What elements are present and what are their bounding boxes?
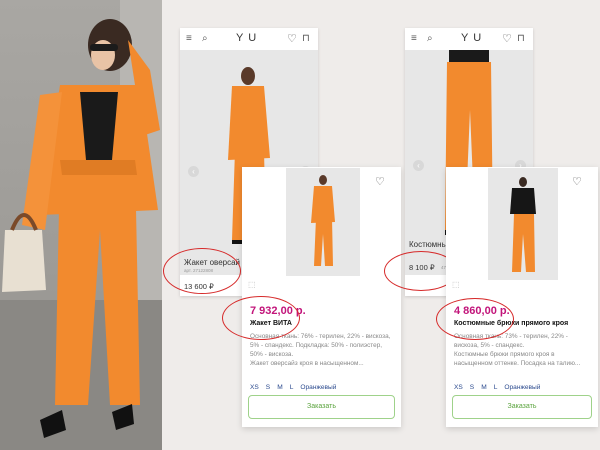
- card-product-image[interactable]: [286, 168, 360, 276]
- brand-logo[interactable]: Y U: [236, 32, 257, 44]
- card-figure-right: [510, 177, 536, 272]
- size-s[interactable]: S: [470, 384, 474, 391]
- card-figure: [311, 175, 335, 266]
- size-xs[interactable]: XS: [454, 384, 463, 391]
- chevron-left-icon[interactable]: ‹: [413, 160, 424, 171]
- search-icon[interactable]: ⌕: [427, 33, 433, 45]
- size-m[interactable]: M: [481, 384, 487, 391]
- annotation-ring: [163, 248, 241, 294]
- search-icon[interactable]: ⌕: [202, 33, 208, 45]
- card-description-2: Жакет оверсайз кроя в насыщенном...: [250, 360, 364, 367]
- color-name[interactable]: Оранжевый: [300, 384, 336, 391]
- size-m[interactable]: M: [277, 384, 283, 391]
- size-l[interactable]: L: [494, 384, 498, 391]
- size-l[interactable]: L: [290, 384, 294, 391]
- card-product-image-right[interactable]: [488, 168, 558, 280]
- bag-icon[interactable]: ⊓: [302, 33, 310, 45]
- bag-icon[interactable]: ⊓: [517, 33, 525, 45]
- product-card-trousers: ♡ ⬚ 4 860,00 р. Костюмные брюки прямого …: [446, 167, 598, 427]
- app-header-right: ≡ ⌕ Y U ♡ ⊓: [405, 28, 533, 50]
- app-header: ≡ ⌕ Y U ♡ ⊓: [180, 28, 318, 50]
- favorite-heart-icon[interactable]: ♡: [572, 175, 582, 188]
- menu-icon[interactable]: ≡: [186, 33, 192, 45]
- size-list: XS S M L Оранжевый: [250, 376, 343, 394]
- model-illustration: [0, 0, 162, 450]
- cube-icon: ⬚: [452, 280, 460, 289]
- color-name-right[interactable]: Оранжевый: [504, 384, 540, 391]
- heart-icon[interactable]: ♡: [502, 33, 512, 45]
- heart-icon[interactable]: ♡: [287, 33, 297, 45]
- annotation-ring-price: [222, 296, 300, 340]
- order-button[interactable]: Заказать: [248, 395, 395, 419]
- size-s[interactable]: S: [266, 384, 270, 391]
- brand-logo[interactable]: Y U: [461, 32, 482, 44]
- size-xs[interactable]: XS: [250, 384, 259, 391]
- product-title-right[interactable]: Костюмны: [409, 240, 447, 249]
- size-list-right: XS S M L Оранжевый: [454, 376, 547, 394]
- order-button-right[interactable]: Заказать: [452, 395, 592, 419]
- card-description-2-right: Костюмные брюки прямого кроя в насыщенно…: [454, 351, 581, 367]
- favorite-heart-icon[interactable]: ♡: [375, 175, 385, 188]
- annotation-ring-price-right: [436, 298, 514, 340]
- cube-icon: ⬚: [248, 280, 256, 289]
- chevron-left-icon[interactable]: ‹: [188, 166, 199, 177]
- model-photo: [0, 0, 162, 450]
- menu-icon[interactable]: ≡: [411, 33, 417, 45]
